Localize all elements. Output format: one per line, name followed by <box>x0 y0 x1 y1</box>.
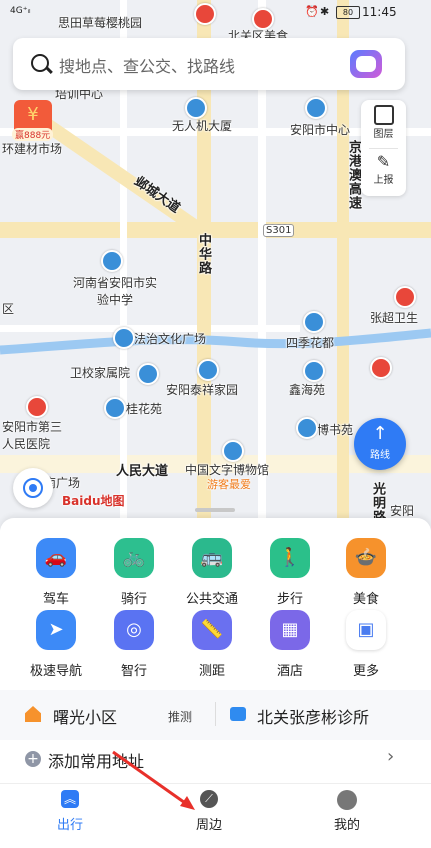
annotation-arrow <box>112 750 195 810</box>
